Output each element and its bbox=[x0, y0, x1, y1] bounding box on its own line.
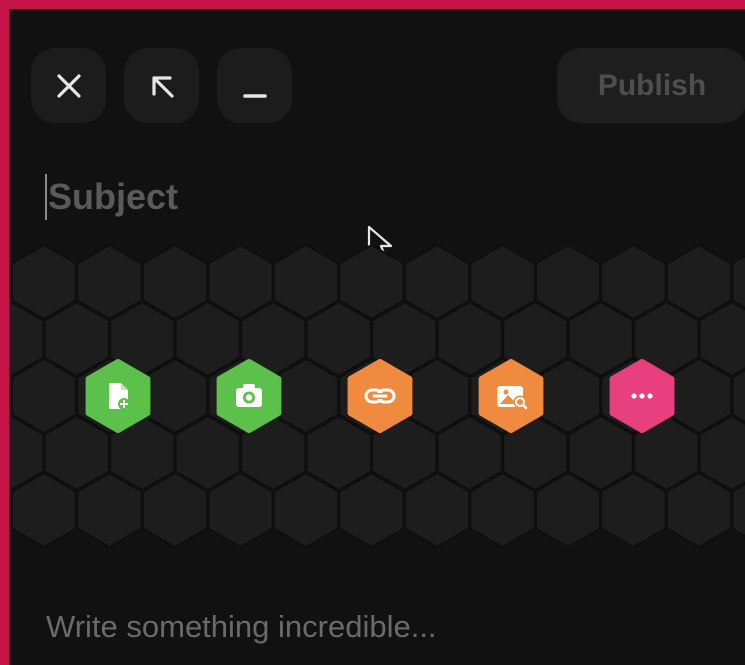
file-button[interactable] bbox=[85, 359, 151, 433]
image-icon bbox=[497, 386, 528, 410]
image-button[interactable] bbox=[478, 359, 544, 433]
camera-button[interactable] bbox=[216, 359, 282, 433]
composer-window: Publish Subject Write something incredib… bbox=[0, 0, 745, 665]
attachment-honeycomb bbox=[9, 244, 745, 548]
link-button[interactable] bbox=[347, 359, 413, 433]
body-input[interactable]: Write something incredible... bbox=[46, 609, 437, 645]
more-icon bbox=[631, 393, 653, 399]
more-button[interactable] bbox=[609, 359, 675, 433]
